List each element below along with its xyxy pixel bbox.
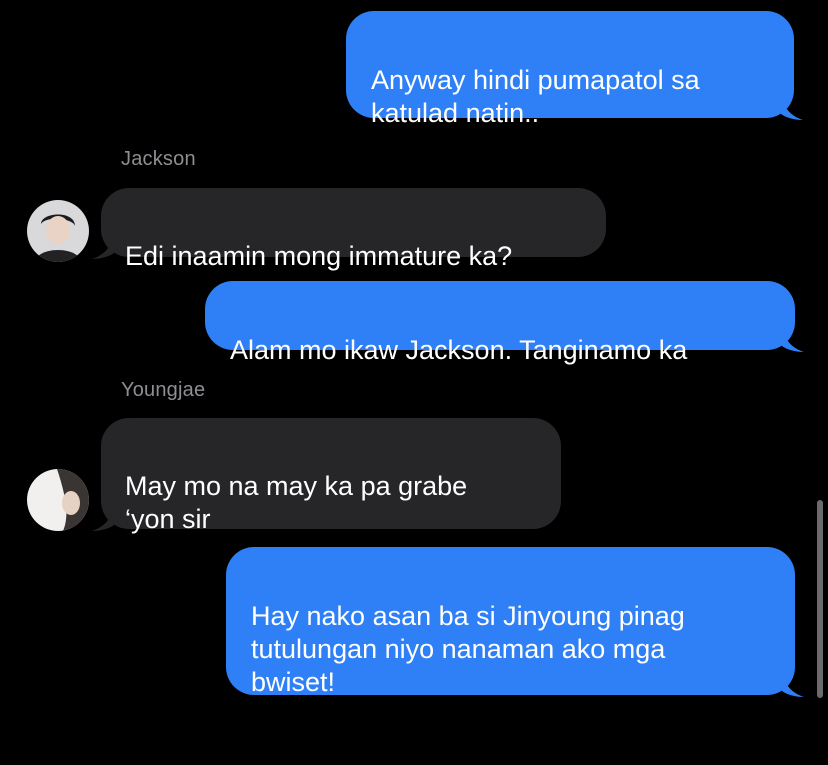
bubble-tail-icon: [92, 233, 114, 259]
bubble-tail-icon: [782, 326, 804, 352]
avatar[interactable]: [27, 200, 89, 262]
incoming-message-bubble[interactable]: Edi inaamin mong immature ka?: [92, 188, 606, 271]
message-text: Alam mo ikaw Jackson. Tanginamo ka: [230, 335, 688, 365]
message-thread: Anyway hindi pumapatol sa katulad natin.…: [0, 0, 828, 707]
bubble-tail-icon: [92, 505, 114, 531]
incoming-message-bubble[interactable]: May mo na may ka pa grabe ‘yon sir: [92, 418, 561, 534]
message-text: Anyway hindi pumapatol sa katulad natin.…: [371, 65, 700, 128]
person-photo-icon: [27, 469, 89, 531]
message-text: May mo na may ka pa grabe ‘yon sir: [125, 471, 468, 534]
outgoing-message-bubble[interactable]: Anyway hindi pumapatol sa katulad natin.…: [346, 11, 803, 128]
avatar[interactable]: [27, 469, 89, 531]
bubble-tail-icon: [781, 94, 803, 120]
outgoing-message-bubble[interactable]: Hay nako asan ba si Jinyoung pinag tutul…: [226, 547, 804, 697]
scrollbar[interactable]: [817, 500, 823, 698]
message-text: Edi inaamin mong immature ka?: [125, 241, 513, 271]
bubble-tail-icon: [782, 671, 804, 697]
message-text: Hay nako asan ba si Jinyoung pinag tutul…: [251, 601, 685, 697]
sender-name: Youngjae: [121, 379, 206, 401]
person-photo-icon: [27, 200, 89, 262]
outgoing-message-bubble[interactable]: Alam mo ikaw Jackson. Tanginamo ka: [205, 281, 804, 365]
sender-name: Jackson: [121, 148, 196, 170]
